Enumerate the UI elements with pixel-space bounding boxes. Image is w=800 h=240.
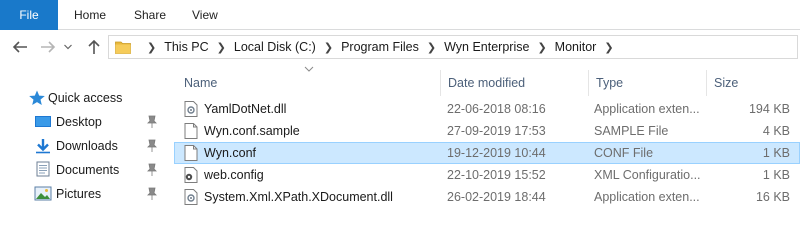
download-icon bbox=[36, 139, 50, 154]
sidebar-item-label: Documents bbox=[56, 163, 120, 177]
file-name: Wyn.conf.sample bbox=[204, 124, 300, 138]
navigation-pane: Quick access Desktop Downloads Documents bbox=[0, 64, 166, 209]
file-size: 16 KB bbox=[755, 190, 790, 204]
breadcrumb-separator-icon[interactable]: ❯ bbox=[604, 41, 613, 54]
file-date-modified: 22-06-2018 08:16 bbox=[447, 102, 546, 116]
pin-icon[interactable] bbox=[146, 163, 158, 177]
navigation-bar: ❯ This PC ❯ Local Disk (C:) ❯ Program Fi… bbox=[0, 30, 800, 64]
sidebar-item-label: Quick access bbox=[48, 91, 123, 105]
pin-icon[interactable] bbox=[146, 187, 158, 201]
sidebar-item-label: Desktop bbox=[56, 115, 102, 129]
column-header-type[interactable]: Type bbox=[590, 72, 706, 94]
sidebar-item-documents[interactable]: Documents bbox=[0, 158, 166, 182]
star-icon bbox=[29, 90, 45, 105]
file-date-modified: 19-12-2019 10:44 bbox=[447, 146, 546, 160]
breadcrumb-monitor[interactable]: Monitor bbox=[555, 40, 597, 54]
file-type: XML Configuratio... bbox=[594, 168, 701, 182]
pin-icon[interactable] bbox=[146, 139, 158, 153]
documents-icon bbox=[36, 161, 50, 177]
breadcrumb-separator-icon[interactable]: ❯ bbox=[427, 41, 436, 54]
file-size: 1 KB bbox=[762, 146, 790, 160]
file-row[interactable]: System.Xml.XPath.XDocument.dll 26-02-201… bbox=[174, 186, 800, 208]
tab-home[interactable]: Home bbox=[74, 0, 106, 30]
breadcrumb-this-pc[interactable]: This PC bbox=[164, 40, 208, 54]
file-date-modified: 27-09-2019 17:53 bbox=[447, 124, 546, 138]
breadcrumb-separator-icon[interactable]: ❯ bbox=[537, 41, 546, 54]
up-arrow-icon bbox=[88, 39, 100, 54]
column-header-date-modified[interactable]: Date modified bbox=[442, 72, 588, 94]
file-name: YamlDotNet.dll bbox=[204, 102, 287, 116]
breadcrumb-separator-icon[interactable]: ❯ bbox=[324, 41, 333, 54]
sidebar-item-label: Downloads bbox=[56, 139, 118, 153]
address-bar[interactable]: ❯ This PC ❯ Local Disk (C:) ❯ Program Fi… bbox=[108, 35, 798, 59]
column-divider[interactable] bbox=[588, 70, 589, 96]
sidebar-item-desktop[interactable]: Desktop bbox=[0, 110, 166, 134]
file-type: Application exten... bbox=[594, 190, 700, 204]
chevron-down-icon bbox=[64, 44, 72, 50]
dll-file-icon bbox=[184, 101, 198, 117]
tab-view[interactable]: View bbox=[192, 0, 218, 30]
file-size: 4 KB bbox=[762, 124, 790, 138]
back-button[interactable] bbox=[10, 36, 30, 58]
ribbon: File Home Share View bbox=[0, 0, 800, 30]
pictures-icon bbox=[34, 186, 52, 201]
breadcrumb-separator-icon[interactable]: ❯ bbox=[147, 41, 156, 54]
config-file-icon bbox=[184, 167, 198, 183]
up-button[interactable] bbox=[84, 36, 104, 58]
file-date-modified: 22-10-2019 15:52 bbox=[447, 168, 546, 182]
breadcrumb: ❯ This PC ❯ Local Disk (C:) ❯ Program Fi… bbox=[139, 36, 622, 58]
file-row[interactable]: web.config 22-10-2019 15:52 XML Configur… bbox=[174, 164, 800, 186]
file-row[interactable]: Wyn.conf.sample 27-09-2019 17:53 SAMPLE … bbox=[174, 120, 800, 142]
file-name: System.Xml.XPath.XDocument.dll bbox=[204, 190, 393, 204]
blank-file-icon bbox=[184, 145, 198, 161]
file-type: Application exten... bbox=[594, 102, 700, 116]
sidebar-item-downloads[interactable]: Downloads bbox=[0, 134, 166, 158]
recent-locations-button[interactable] bbox=[62, 36, 74, 58]
blank-file-icon bbox=[184, 123, 198, 139]
column-header-size[interactable]: Size bbox=[708, 72, 788, 94]
pin-icon[interactable] bbox=[146, 115, 158, 129]
sidebar-item-pictures[interactable]: Pictures bbox=[0, 182, 166, 206]
tab-share[interactable]: Share bbox=[134, 0, 166, 30]
file-row[interactable]: YamlDotNet.dll 22-06-2018 08:16 Applicat… bbox=[174, 98, 800, 120]
file-type: CONF File bbox=[594, 146, 654, 160]
forward-button[interactable] bbox=[38, 36, 58, 58]
sidebar-item-label: Pictures bbox=[56, 187, 102, 201]
column-divider[interactable] bbox=[706, 70, 707, 96]
desktop-icon bbox=[35, 116, 51, 127]
file-name: web.config bbox=[204, 168, 264, 182]
breadcrumb-local-disk[interactable]: Local Disk (C:) bbox=[234, 40, 316, 54]
column-header-name[interactable]: Name bbox=[178, 72, 440, 94]
column-divider[interactable] bbox=[440, 70, 441, 96]
column-headers: Name Date modified Type Size bbox=[166, 64, 800, 98]
file-size: 1 KB bbox=[762, 168, 790, 182]
file-date-modified: 26-02-2019 18:44 bbox=[447, 190, 546, 204]
folder-icon bbox=[115, 41, 131, 54]
back-arrow-icon bbox=[12, 41, 27, 53]
sidebar-item-quick-access[interactable]: Quick access bbox=[0, 86, 166, 110]
dll-file-icon bbox=[184, 189, 198, 205]
file-size: 194 KB bbox=[748, 102, 790, 116]
breadcrumb-wyn-enterprise[interactable]: Wyn Enterprise bbox=[444, 40, 529, 54]
breadcrumb-separator-icon[interactable]: ❯ bbox=[217, 41, 226, 54]
file-row-selected[interactable]: Wyn.conf 19-12-2019 10:44 CONF File 1 KB bbox=[174, 142, 800, 164]
forward-arrow-icon bbox=[41, 41, 56, 53]
file-name: Wyn.conf bbox=[204, 146, 256, 160]
breadcrumb-program-files[interactable]: Program Files bbox=[341, 40, 419, 54]
file-type: SAMPLE File bbox=[594, 124, 669, 138]
tab-file[interactable]: File bbox=[0, 0, 58, 30]
